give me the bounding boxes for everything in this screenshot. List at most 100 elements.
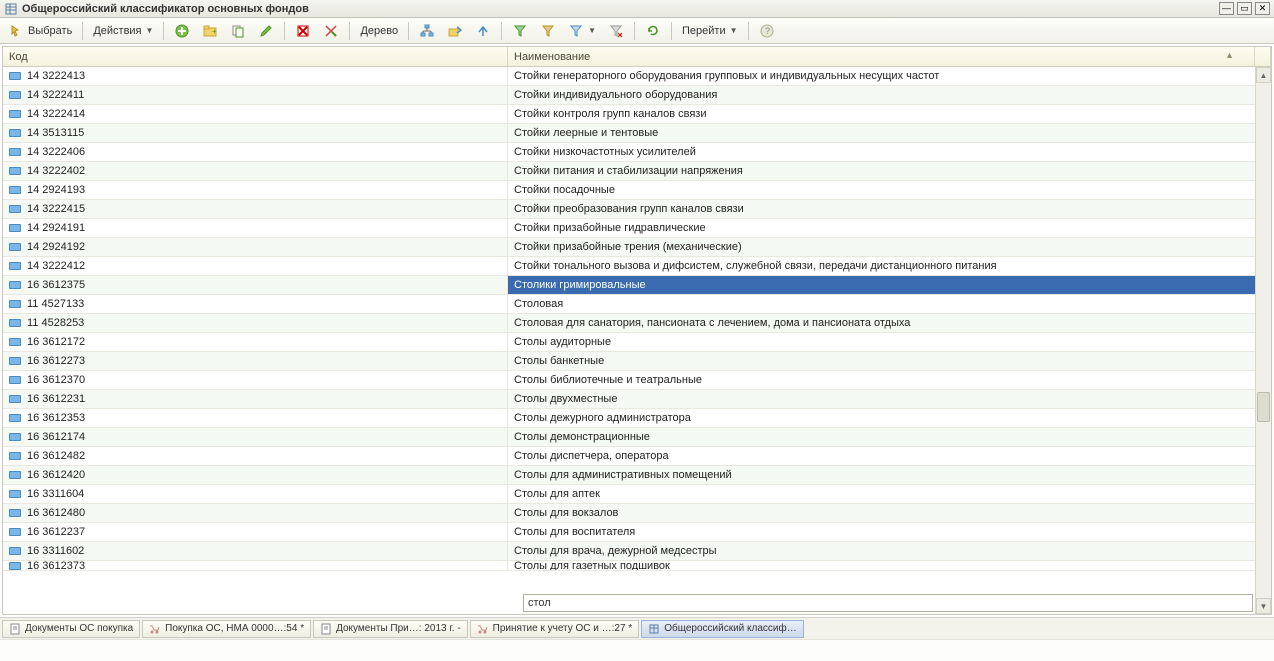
- table-row[interactable]: 16 3612231Столы двухместные: [3, 390, 1255, 409]
- cell-name: Столы для врача, дежурной медсестры: [508, 542, 1255, 560]
- select-button[interactable]: Выбрать: [4, 21, 77, 41]
- goto-button[interactable]: Перейти ▼: [677, 21, 743, 41]
- tree-button[interactable]: Дерево: [355, 21, 403, 41]
- copy-button[interactable]: [225, 21, 251, 41]
- taskbar-tab[interactable]: Принятие к учету ОС и …:27 *: [470, 620, 640, 638]
- cell-code: 16 3612273: [3, 352, 508, 370]
- scroll-thumb[interactable]: [1257, 392, 1270, 422]
- delete-mark-button[interactable]: [290, 21, 316, 41]
- table-row[interactable]: 16 3612480Столы для вокзалов: [3, 504, 1255, 523]
- task-icon: [648, 623, 660, 635]
- data-grid: Код Наименование ▴ 14 3222413Стойки гене…: [2, 46, 1272, 615]
- code-text: 16 3612172: [27, 336, 85, 348]
- table-row[interactable]: 16 3612482Столы диспетчера, оператора: [3, 447, 1255, 466]
- filter-button[interactable]: ▼: [563, 21, 601, 41]
- table-row[interactable]: 16 3311602Столы для врача, дежурной медс…: [3, 542, 1255, 561]
- scroll-down-button[interactable]: ▼: [1256, 598, 1271, 614]
- item-icon: [9, 262, 21, 270]
- grid-body: 14 3222413Стойки генераторного оборудова…: [3, 67, 1271, 614]
- cell-name: Стойки тонального вызова и дифсистем, сл…: [508, 257, 1255, 275]
- refresh-button[interactable]: [640, 21, 666, 41]
- add-button[interactable]: [169, 21, 195, 41]
- history-filter-button[interactable]: [535, 21, 561, 41]
- cross-edit-button[interactable]: [318, 21, 344, 41]
- minimize-button[interactable]: —: [1219, 2, 1234, 15]
- add-group-button[interactable]: +: [197, 21, 223, 41]
- code-text: 14 3222406: [27, 146, 85, 158]
- maximize-button[interactable]: ▭: [1237, 2, 1252, 15]
- column-header-code[interactable]: Код: [3, 47, 508, 66]
- table-row[interactable]: 14 3222414Стойки контроля групп каналов …: [3, 105, 1255, 124]
- table-row[interactable]: 11 4527133Столовая: [3, 295, 1255, 314]
- table-row[interactable]: 14 3222412 Стойки тонального вызова и диф…: [3, 257, 1255, 276]
- cell-name: Столы для газетных подшивок: [508, 561, 1255, 570]
- table-row[interactable]: 16 3612375Столики гримировальные: [3, 276, 1255, 295]
- item-icon: [9, 224, 21, 232]
- vertical-scrollbar[interactable]: ▲ ▼: [1255, 67, 1271, 614]
- item-icon: [9, 72, 21, 80]
- scroll-up-button[interactable]: ▲: [1256, 67, 1271, 83]
- item-icon: [9, 547, 21, 555]
- item-icon: [9, 167, 21, 175]
- code-text: 14 3222415: [27, 203, 85, 215]
- item-icon: [9, 319, 21, 327]
- close-button[interactable]: ✕: [1255, 2, 1270, 15]
- help-button[interactable]: ?: [754, 21, 780, 41]
- cell-code: 16 3612480: [3, 504, 508, 522]
- code-text: 16 3612370: [27, 374, 85, 386]
- table-row[interactable]: 16 3612370Столы библиотечные и театральн…: [3, 371, 1255, 390]
- clear-filter-button[interactable]: [603, 21, 629, 41]
- move-to-group-button[interactable]: [442, 21, 468, 41]
- taskbar-tab[interactable]: Покупка ОС, НМА 0000…:54 *: [142, 620, 311, 638]
- cell-name: Стойки индивидуального оборудования: [508, 86, 1255, 104]
- toolbar: Выбрать Действия ▼ + Дерево ▼ Перейти ▼ …: [0, 18, 1274, 44]
- item-icon: [9, 395, 21, 403]
- table-row[interactable]: 16 3612373Столы для газетных подшивок: [3, 561, 1255, 571]
- delete-icon: [295, 23, 311, 39]
- table-row[interactable]: 16 3612174Столы демонстрационные: [3, 428, 1255, 447]
- tree-label: Дерево: [360, 25, 398, 37]
- table-row[interactable]: 11 4528253Столовая для санатория, пансио…: [3, 314, 1255, 333]
- scroll-track[interactable]: [1256, 83, 1271, 598]
- table-row[interactable]: 14 2924193Стойки посадочные: [3, 181, 1255, 200]
- table-row[interactable]: 14 3222406Стойки низкочастотных усилител…: [3, 143, 1255, 162]
- item-icon: [9, 528, 21, 536]
- cell-code: 14 3513115: [3, 124, 508, 142]
- actions-button[interactable]: Действия ▼: [88, 21, 158, 41]
- code-text: 14 3222413: [27, 70, 85, 82]
- item-icon: [9, 357, 21, 365]
- code-text: 16 3311604: [27, 488, 84, 500]
- table-row[interactable]: 14 3222402Стойки питания и стабилизации …: [3, 162, 1255, 181]
- table-row[interactable]: 14 2924191Стойки призабойные гидравличес…: [3, 219, 1255, 238]
- column-header-name[interactable]: Наименование ▴: [508, 47, 1255, 66]
- hierarchy-button[interactable]: [414, 21, 440, 41]
- filter-by-value-button[interactable]: [507, 21, 533, 41]
- edit-button[interactable]: [253, 21, 279, 41]
- cell-name: Стойки призабойные гидравлические: [508, 219, 1255, 237]
- table-row[interactable]: 14 3222415Стойки преобразования групп ка…: [3, 200, 1255, 219]
- code-text: 16 3612174: [27, 431, 85, 443]
- taskbar-tab[interactable]: Общероссийский классиф…: [641, 620, 804, 638]
- cell-name: Столы для вокзалов: [508, 504, 1255, 522]
- cell-code: 16 3612174: [3, 428, 508, 446]
- table-row[interactable]: 14 2924192Стойки призабойные трения (мех…: [3, 238, 1255, 257]
- table-row[interactable]: 14 3222413Стойки генераторного оборудова…: [3, 67, 1255, 86]
- cell-name: Столы дежурного администратора: [508, 409, 1255, 427]
- item-icon: [9, 562, 21, 570]
- code-text: 14 3222412: [27, 260, 85, 272]
- table-row[interactable]: 14 3513115Стойки леерные и тентовые: [3, 124, 1255, 143]
- code-text: 11 4528253: [27, 317, 84, 329]
- table-row[interactable]: 14 3222411Стойки индивидуального оборудо…: [3, 86, 1255, 105]
- table-row[interactable]: 16 3612172Столы аудиторные: [3, 333, 1255, 352]
- table-row[interactable]: 16 3612237Столы для воспитателя: [3, 523, 1255, 542]
- search-input[interactable]: стол: [523, 594, 1253, 612]
- item-icon: [9, 433, 21, 441]
- table-row[interactable]: 16 3612273Столы банкетные: [3, 352, 1255, 371]
- table-row[interactable]: 16 3311604Столы для аптек: [3, 485, 1255, 504]
- table-row[interactable]: 16 3612420Столы для административных пом…: [3, 466, 1255, 485]
- table-row[interactable]: 16 3612353Столы дежурного администратора: [3, 409, 1255, 428]
- taskbar-tab[interactable]: Документы ОС покупка: [2, 620, 140, 638]
- taskbar-tab[interactable]: Документы При…: 2013 г. -: [313, 620, 468, 638]
- level-up-button[interactable]: [470, 21, 496, 41]
- titlebar: Общероссийский классификатор основных фо…: [0, 0, 1274, 18]
